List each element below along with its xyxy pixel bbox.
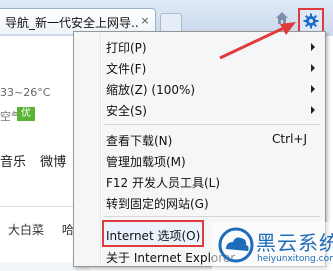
weather-temperature: 33~26°C <box>0 86 51 99</box>
annotation-arrow-icon <box>219 22 296 60</box>
site-nav-row: 音乐 微博 <box>0 151 76 170</box>
menu-item-f12-dev-tools[interactable]: F12 开发人员工具(L) <box>76 171 323 192</box>
menu-item-label: F12 开发人员工具(L) <box>106 176 221 190</box>
new-tab-button[interactable] <box>160 13 182 33</box>
gear-icon <box>303 13 319 29</box>
menu-item-label: 安全(S) <box>106 104 147 118</box>
nav-link-music[interactable]: 音乐 <box>0 151 26 170</box>
menu-item-label: 转到固定的网站(G) <box>106 197 209 211</box>
menu-item-label: 缩放(Z) (100%) <box>106 83 196 97</box>
menu-item-manage-addons[interactable]: 管理加载项(M) <box>76 150 323 171</box>
submenu-arrow-icon <box>311 106 315 114</box>
tab-title: 导航_新一代安全上网导... <box>5 16 139 30</box>
nav-link-weibo[interactable]: 微博 <box>40 151 66 170</box>
menu-item-pinned-sites[interactable]: 转到固定的网站(G) <box>76 192 323 213</box>
menu-item-label: Internet 选项(O) <box>106 229 201 243</box>
watermark: 黑云系统 heiyunxitong.com <box>212 222 333 271</box>
menu-item-internet-options[interactable]: Internet 选项(O) <box>102 220 204 247</box>
submenu-arrow-icon <box>311 64 315 72</box>
menu-item-label: 文件(F) <box>106 62 147 76</box>
air-quality-badge: 优 <box>17 107 35 121</box>
menu-item-label: 查看下载(N) <box>106 134 173 148</box>
keyword-link[interactable]: 大白菜 <box>8 221 44 238</box>
menu-item-zoom[interactable]: 缩放(Z) (100%) <box>76 78 323 99</box>
watermark-url: heiyunxitong.com <box>257 254 333 264</box>
menu-item-view-downloads[interactable]: 查看下载(N) Ctrl+J <box>76 129 323 150</box>
watermark-brand: 黑云系统 <box>256 231 333 255</box>
menu-item-shortcut: Ctrl+J <box>272 132 307 146</box>
tab-close-icon[interactable]: × <box>139 15 151 27</box>
submenu-arrow-icon <box>311 85 315 93</box>
menu-item-label: 管理加载项(M) <box>106 155 186 169</box>
menu-separator <box>104 216 320 217</box>
menu-item-label: 打印(P) <box>106 41 147 55</box>
menu-item-safety[interactable]: 安全(S) <box>76 99 323 120</box>
menu-separator <box>104 124 320 125</box>
cloud-logo-icon <box>218 227 254 263</box>
submenu-arrow-icon <box>311 43 315 51</box>
